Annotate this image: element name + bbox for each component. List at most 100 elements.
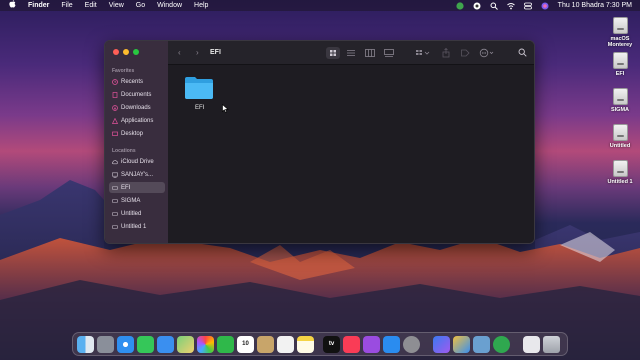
share-icon[interactable] (441, 47, 451, 61)
dock-calendar-icon[interactable]: 10 (237, 336, 254, 353)
list-view-icon[interactable] (346, 47, 356, 61)
menu-file[interactable]: File (61, 0, 72, 11)
sidebar-item-label: Downloads (121, 104, 151, 111)
sidebar-item-label: iCloud Drive (121, 158, 154, 165)
dock-system-preferences-icon[interactable] (403, 336, 420, 353)
status-record-icon[interactable] (473, 2, 481, 10)
sidebar-item-label: EFI (121, 184, 131, 191)
dock-stack-icon[interactable] (433, 336, 450, 353)
menu-help[interactable]: Help (194, 0, 208, 11)
drive-icon (112, 224, 118, 230)
dock-launchpad-icon[interactable] (97, 336, 114, 353)
desktop-icon (112, 131, 118, 137)
desktop-disk-untitled[interactable]: Untitled (600, 124, 640, 149)
dock-xcode-icon[interactable] (453, 336, 470, 353)
dock-preview-icon[interactable] (473, 336, 490, 353)
download-icon (112, 104, 118, 111)
sidebar-item-label: Untitled 1 (121, 223, 147, 230)
close-button[interactable] (113, 49, 119, 55)
minimize-button[interactable] (123, 49, 129, 55)
dock-tv-icon[interactable]: tv (323, 336, 340, 353)
desktop-icon-label: Untitled 1 (607, 179, 633, 185)
dock-maps-icon[interactable] (177, 336, 194, 353)
desktop-disk-macos-monterey[interactable]: macOS Monterey (600, 17, 640, 48)
dock-facetime-icon[interactable] (217, 336, 234, 353)
siri-icon[interactable] (541, 2, 549, 10)
dock-contacts-icon[interactable] (257, 336, 274, 353)
forward-icon[interactable]: › (196, 49, 199, 57)
sidebar-item-label: Untitled (121, 210, 142, 217)
dock-music-icon[interactable] (343, 336, 360, 353)
wifi-icon[interactable] (506, 2, 515, 10)
status-globe-icon[interactable] (456, 1, 464, 10)
dock-app-icon[interactable] (493, 336, 510, 353)
sidebar-item-documents[interactable]: Documents (109, 89, 165, 100)
dock-mail-icon[interactable] (157, 336, 174, 353)
sidebar-item-efi[interactable]: EFI (109, 182, 165, 193)
tag-icon[interactable] (460, 47, 470, 61)
menu-view[interactable]: View (109, 0, 124, 11)
sidebar-item-applications[interactable]: Applications (109, 115, 165, 126)
gallery-view-icon[interactable] (384, 47, 394, 61)
sidebar-item-untitled-1[interactable]: Untitled 1 (109, 221, 165, 232)
dock-safari-icon[interactable] (117, 336, 134, 353)
menu-window[interactable]: Window (157, 0, 182, 11)
sidebar-item-untitled[interactable]: Untitled (109, 208, 165, 219)
icon-view-button[interactable] (326, 47, 340, 59)
dock-trash-icon[interactable] (543, 336, 560, 353)
disk-icon (612, 124, 628, 141)
back-icon[interactable]: ‹ (178, 49, 181, 57)
control-center-icon[interactable] (523, 2, 532, 10)
sidebar-item-sigma[interactable]: SIGMA (109, 195, 165, 206)
sidebar-item-computer[interactable]: SANJAY's... (109, 169, 165, 180)
sidebar-item-label: SIGMA (121, 197, 141, 204)
dock-photos-icon[interactable] (197, 336, 214, 353)
finder-content: EFI (168, 65, 534, 243)
search-icon[interactable] (518, 48, 527, 59)
desktop-disk-efi[interactable]: EFI (600, 52, 640, 77)
finder-sidebar: Favorites Recents Documents Downloads Ap… (105, 41, 168, 243)
column-view-icon[interactable] (365, 47, 375, 61)
dock-downloads-icon[interactable] (523, 336, 540, 353)
desktop-icon-label: SIGMA (610, 107, 630, 113)
zoom-button[interactable] (133, 49, 139, 55)
desktop-disk-untitled-1[interactable]: Untitled 1 (600, 160, 640, 185)
apple-icon[interactable] (9, 0, 16, 12)
dock-reminders-icon[interactable] (277, 336, 294, 353)
dock-podcasts-icon[interactable] (363, 336, 380, 353)
folder-item-efi[interactable] (184, 76, 214, 105)
sidebar-item-recents[interactable]: Recents (109, 76, 165, 87)
sidebar-section-locations: Locations (112, 148, 136, 154)
drive-icon (112, 198, 118, 204)
document-icon (112, 91, 118, 98)
menu-go[interactable]: Go (136, 0, 145, 11)
menu-app-finder[interactable]: Finder (28, 0, 49, 11)
folder-icon (185, 77, 213, 99)
applications-icon (111, 117, 119, 124)
dock: 10 tv (72, 332, 568, 356)
sidebar-item-label: Documents (121, 91, 152, 98)
window-title: EFI (210, 49, 221, 56)
menu-edit[interactable]: Edit (85, 0, 97, 11)
dock-app-store-icon[interactable] (383, 336, 400, 353)
finder-toolbar: ‹ › EFI (168, 41, 534, 65)
sidebar-section-favorites: Favorites (112, 68, 135, 74)
group-icon[interactable] (415, 47, 431, 61)
more-actions-icon[interactable] (479, 47, 495, 61)
sidebar-item-icloud-drive[interactable]: iCloud Drive (109, 156, 165, 167)
desktop-icon-label: macOS Monterey (607, 36, 633, 48)
sidebar-item-downloads[interactable]: Downloads (109, 102, 165, 113)
search-icon[interactable] (490, 2, 498, 10)
disk-icon (612, 88, 628, 105)
dock-finder-icon[interactable] (77, 336, 94, 353)
menu-bar: Finder File Edit View Go Window Help Thu… (0, 0, 640, 11)
dock-messages-icon[interactable] (137, 336, 154, 353)
folder-label: EFI (195, 105, 205, 111)
menubar-clock[interactable]: Thu 10 Bhadra 7:30 PM (558, 2, 632, 9)
disk-icon (612, 17, 628, 34)
sidebar-item-label: Desktop (121, 130, 144, 137)
finder-window: Favorites Recents Documents Downloads Ap… (104, 40, 535, 244)
dock-notes-icon[interactable] (297, 336, 314, 353)
desktop-disk-sigma[interactable]: SIGMA (600, 88, 640, 113)
sidebar-item-desktop[interactable]: Desktop (109, 128, 165, 139)
